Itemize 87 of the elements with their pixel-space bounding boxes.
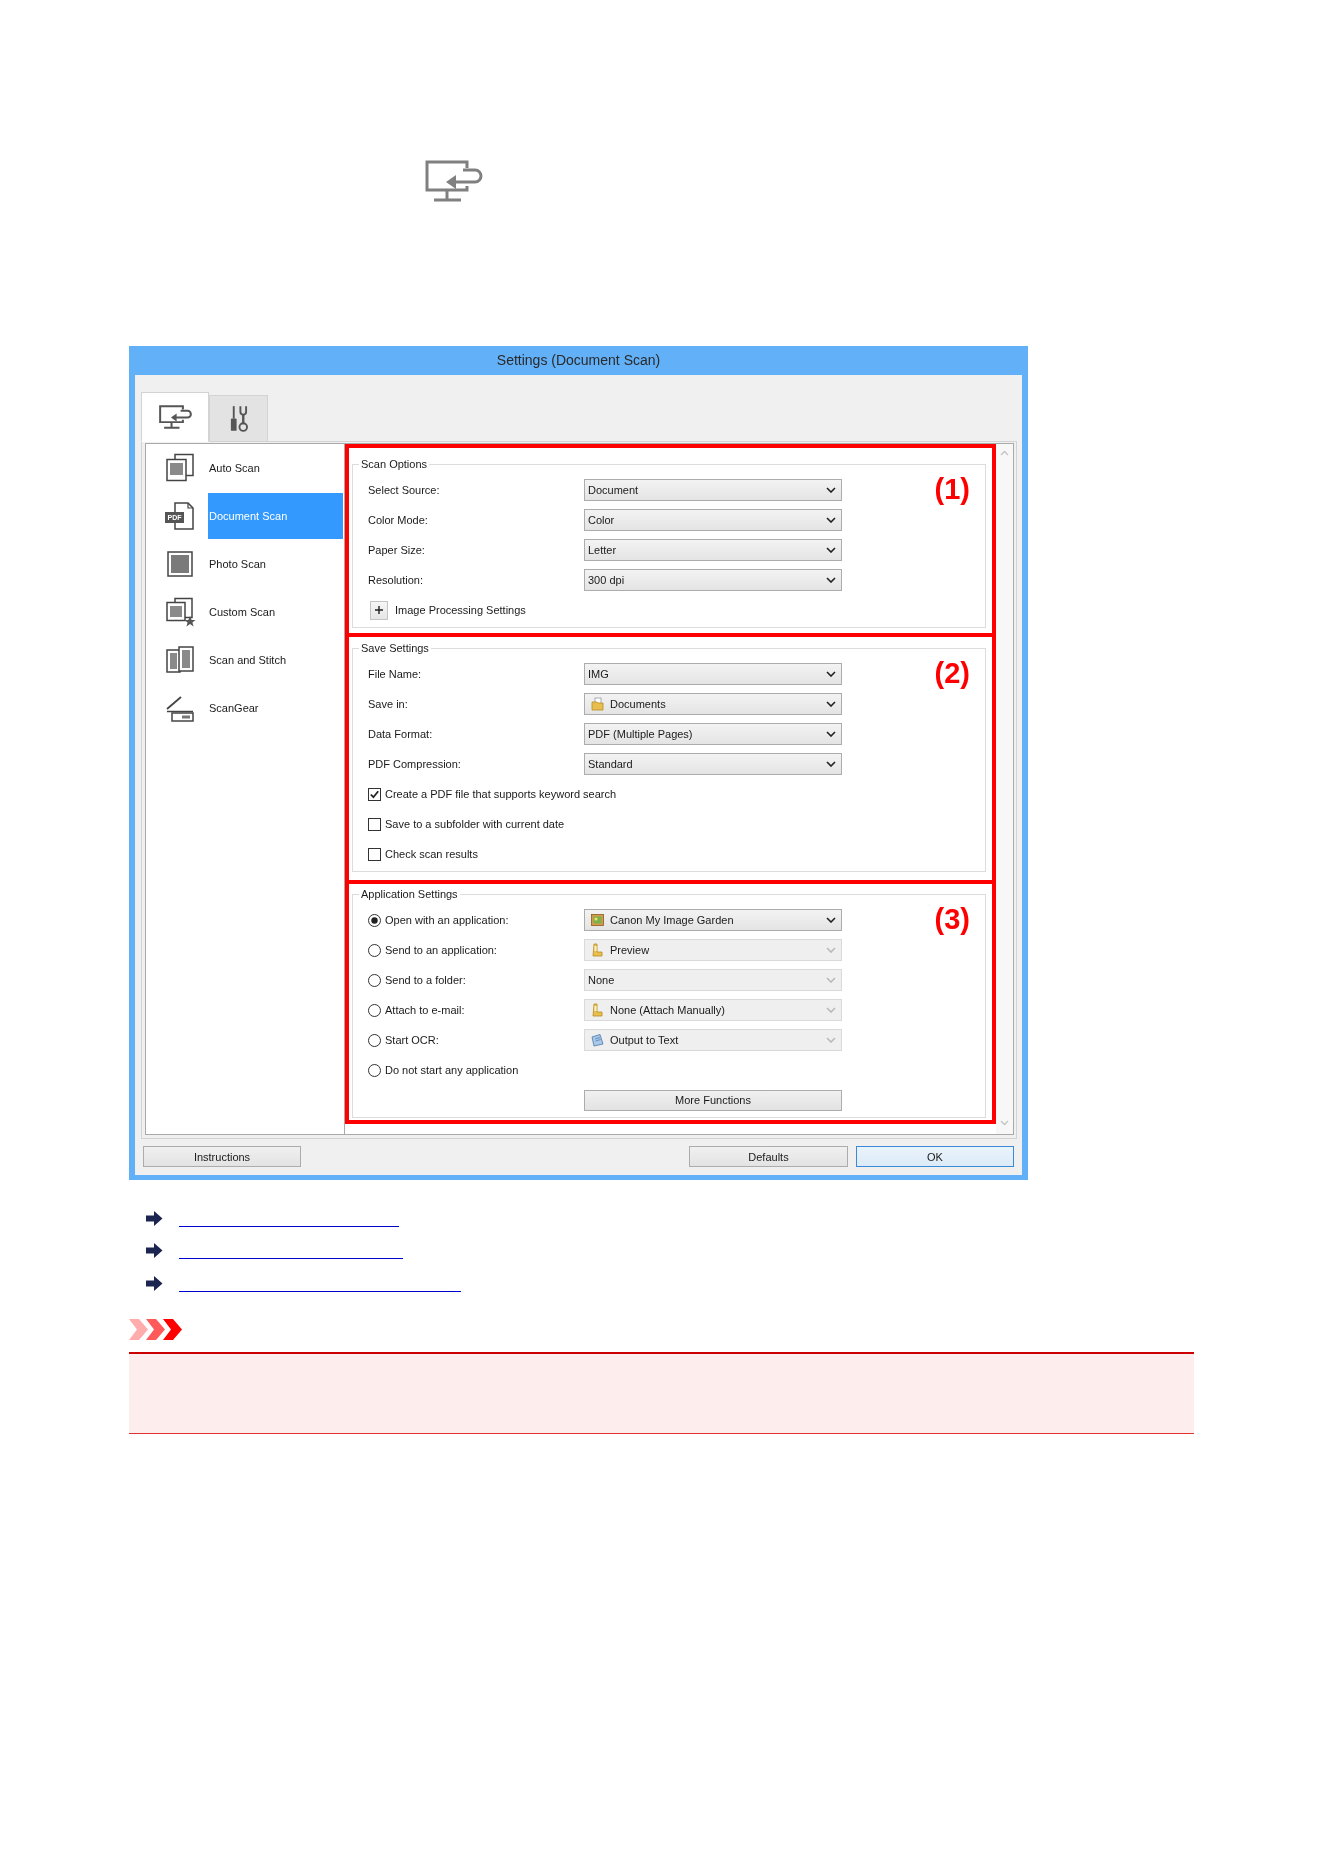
two-pages-icon: [164, 645, 196, 675]
chevron-down-icon: [826, 947, 836, 953]
chevron-down-icon: [826, 517, 836, 523]
sidebar-item[interactable]: Scan and Stitch: [208, 637, 343, 683]
folder-icon: [591, 1003, 604, 1017]
field-label: Data Format:: [368, 728, 433, 740]
sidebar-item[interactable]: Custom Scan: [208, 589, 343, 635]
monitor-arrow-icon: [425, 160, 483, 202]
field-label: Resolution:: [368, 574, 424, 586]
plus-icon: [375, 606, 383, 614]
picture-icon: [591, 913, 604, 927]
chevron-down-icon: [826, 977, 836, 983]
sidebar-item[interactable]: Auto Scan: [208, 445, 343, 491]
checkbox[interactable]: [368, 787, 381, 801]
scanner-icon: [164, 693, 196, 723]
radio-button[interactable]: [368, 1033, 381, 1047]
group-title: Application Settings: [360, 887, 459, 901]
arrow-right-icon: [146, 1276, 163, 1291]
radio-label: Start OCR:: [385, 1034, 439, 1046]
dropdown[interactable]: Letter: [584, 539, 842, 561]
callout-number: (2): [934, 657, 970, 689]
radio-button[interactable]: [368, 1063, 381, 1077]
dialog-button[interactable]: OK: [856, 1146, 1014, 1167]
radio-button[interactable]: [368, 1003, 381, 1017]
field-label: File Name:: [368, 668, 422, 680]
tab[interactable]: [141, 392, 209, 442]
chevron-down-icon: [826, 731, 836, 737]
radio-label: Send to a folder:: [385, 974, 466, 986]
field-label: Color Mode:: [368, 514, 428, 526]
callout-number: (3): [934, 903, 970, 935]
group-title: Scan Options: [360, 457, 429, 471]
dropdown[interactable]: Canon My Image Garden: [584, 909, 842, 931]
dropdown[interactable]: Document: [584, 479, 842, 501]
dropdown[interactable]: Documents: [584, 693, 842, 715]
chevron-down-icon: [826, 1037, 836, 1043]
tab[interactable]: [209, 395, 268, 442]
field-label: Save in:: [368, 698, 408, 710]
arrow-right-icon: [146, 1243, 163, 1258]
dialog-button[interactable]: Instructions: [143, 1146, 301, 1167]
chevron-down-icon: [826, 761, 836, 767]
radio-button[interactable]: [368, 943, 381, 957]
dropdown[interactable]: Standard: [584, 753, 842, 775]
checkbox[interactable]: [368, 847, 381, 861]
folder-icon: [591, 943, 604, 957]
chevron-down-icon: [826, 1007, 836, 1013]
dropdown[interactable]: 300 dpi: [584, 569, 842, 591]
dropdown[interactable]: IMG: [584, 663, 842, 685]
dropdown[interactable]: Color: [584, 509, 842, 531]
radio-button[interactable]: [368, 913, 381, 927]
chevron-down-icon: [826, 487, 836, 493]
sidebar-item[interactable]: ScanGear: [208, 685, 343, 731]
radio-button[interactable]: [368, 973, 381, 987]
checkbox-label: Check scan results: [385, 848, 478, 860]
checkbox[interactable]: [368, 817, 381, 831]
functions-button[interactable]: More Functions: [584, 1089, 842, 1111]
field-label: PDF Compression:: [368, 758, 461, 770]
dropdown[interactable]: PDF (Multiple Pages): [584, 723, 842, 745]
chevron-down-icon: [826, 547, 836, 553]
radio-label: Do not start any application: [385, 1064, 519, 1076]
radio-label: Open with an application:: [385, 914, 509, 926]
chevron-down-icon: [826, 701, 836, 707]
group-title: Save Settings: [360, 641, 430, 655]
callout-number: (1): [934, 473, 970, 505]
chevron-down-icon: [826, 917, 836, 923]
page-icon: [591, 1033, 604, 1047]
checkbox-label: Create a PDF file that supports keyword search: [385, 788, 617, 800]
photo-frame-icon: [164, 549, 196, 579]
window-title: Settings (Document Scan): [496, 352, 661, 369]
radio-label: Attach to e-mail:: [385, 1004, 465, 1016]
chevrons-icon: [129, 1319, 182, 1340]
radio-label: Send to an application:: [385, 944, 497, 956]
chevron-down-icon: [826, 671, 836, 677]
expand-button[interactable]: [370, 600, 388, 620]
expander-label: Image Processing Settings: [395, 604, 526, 616]
stacked-pages-icon: [164, 453, 196, 483]
pages-star-icon: [164, 597, 196, 627]
checkbox-label: Save to a subfolder with current date: [385, 818, 565, 830]
document-icon: [164, 501, 196, 531]
sidebar-item[interactable]: Photo Scan: [208, 541, 343, 587]
dialog-button[interactable]: Defaults: [689, 1146, 848, 1167]
monitor-arrow-icon: [158, 405, 192, 429]
field-label: Paper Size:: [368, 544, 425, 556]
arrow-right-icon: [146, 1211, 163, 1226]
chevron-down-icon: [826, 577, 836, 583]
tools-icon: [229, 405, 248, 432]
field-label: Select Source:: [368, 484, 440, 496]
folder-icon: [591, 697, 604, 711]
